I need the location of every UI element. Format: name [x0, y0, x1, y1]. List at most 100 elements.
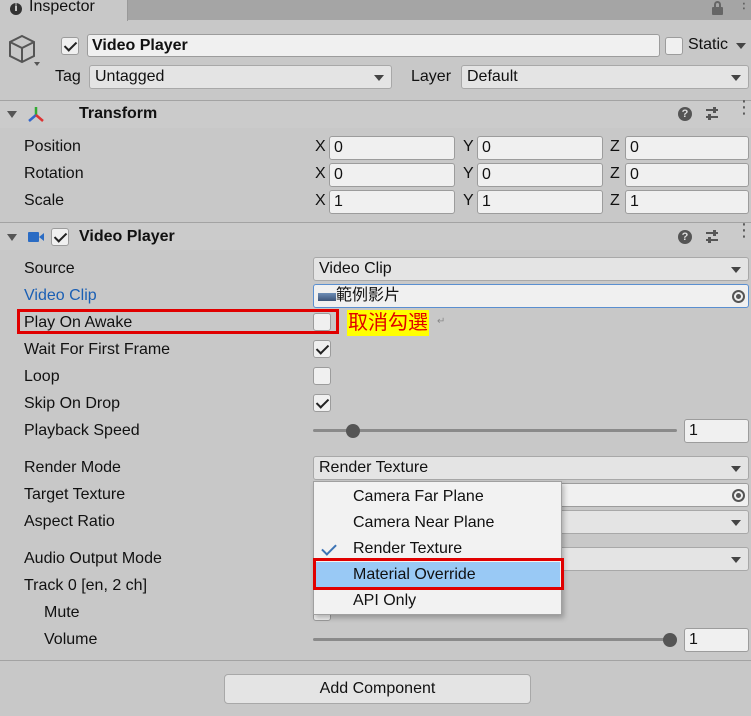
chevron-down-icon — [731, 466, 741, 472]
presets-icon[interactable] — [704, 106, 720, 122]
presets-icon[interactable] — [704, 229, 720, 245]
axis-x-label[interactable]: X — [315, 192, 326, 210]
source-value: Video Clip — [319, 260, 392, 277]
wait-first-frame-checkbox[interactable] — [313, 340, 331, 358]
static-dropdown-icon[interactable] — [736, 43, 746, 49]
gameobject-icon — [6, 32, 40, 68]
skip-on-drop-label: Skip On Drop — [24, 395, 121, 412]
layer-label: Layer — [411, 68, 452, 85]
footer-divider — [0, 660, 751, 661]
axis-z-label[interactable]: Z — [610, 138, 620, 156]
volume-field[interactable]: 1 — [684, 628, 749, 652]
annotation-text: 取消勾選 — [347, 310, 429, 336]
transform-title: Transform — [79, 105, 158, 122]
playback-speed-slider-track[interactable] — [313, 429, 677, 432]
video-clip-field[interactable]: 範例影片 — [313, 284, 749, 308]
component-enabled-toggle[interactable] — [51, 228, 69, 246]
help-icon[interactable]: ? — [678, 230, 692, 244]
axis-y-label[interactable]: Y — [463, 192, 474, 210]
object-name-field[interactable]: Video Player — [87, 34, 660, 57]
scale-label: Scale — [24, 192, 65, 209]
render-mode-value: Render Texture — [319, 459, 429, 476]
source-label: Source — [24, 260, 75, 277]
playback-speed-field[interactable]: 1 — [684, 419, 749, 443]
add-component-label: Add Component — [319, 680, 436, 697]
tag-value: Untagged — [95, 68, 165, 85]
chevron-down-icon — [731, 520, 741, 526]
foldout-arrow-icon[interactable] — [7, 111, 17, 118]
track-label: Track 0 [en, 2 ch] — [24, 577, 148, 594]
menu-item-api-only[interactable]: API Only — [315, 588, 560, 614]
position-label: Position — [24, 138, 81, 155]
help-icon[interactable]: ? — [678, 107, 692, 121]
axis-z-label[interactable]: Z — [610, 192, 620, 210]
aspect-ratio-label: Aspect Ratio — [24, 513, 115, 530]
material-override-highlight-box — [313, 558, 564, 590]
mute-label: Mute — [44, 604, 80, 621]
video-camera-icon — [27, 229, 44, 245]
scale-y-field[interactable]: 1 — [477, 190, 603, 214]
return-mark: ↵ — [437, 316, 446, 327]
axis-z-label[interactable]: Z — [610, 165, 620, 183]
inspector-tab[interactable]: i Inspector — [0, 0, 128, 21]
menu-item-camera-far-plane[interactable]: Camera Far Plane — [315, 484, 560, 510]
playback-speed-slider-knob[interactable] — [346, 424, 361, 438]
add-component-button[interactable]: Add Component — [224, 674, 531, 704]
audio-output-label: Audio Output Mode — [24, 550, 162, 567]
video-clip-asset-icon — [318, 293, 336, 301]
chevron-down-icon — [731, 557, 741, 563]
video-clip-label: Video Clip — [24, 287, 97, 304]
axis-x-label[interactable]: X — [315, 138, 326, 156]
volume-slider-track[interactable] — [313, 638, 677, 641]
static-label[interactable]: Static — [688, 36, 728, 54]
volume-slider-knob[interactable] — [663, 633, 677, 647]
info-icon: i — [10, 3, 22, 15]
playback-speed-label: Playback Speed — [24, 422, 140, 439]
render-mode-menu: Camera Far Plane Camera Near Plane Rende… — [313, 481, 562, 615]
axis-x-label[interactable]: X — [315, 165, 326, 183]
component-menu-icon[interactable]: ⋮ — [735, 98, 751, 122]
wait-first-frame-label: Wait For First Frame — [24, 341, 171, 358]
static-checkbox[interactable] — [665, 37, 683, 55]
tag-dropdown[interactable]: Untagged — [89, 65, 392, 89]
menu-item-camera-near-plane[interactable]: Camera Near Plane — [315, 510, 560, 536]
scale-x-field[interactable]: 1 — [329, 190, 455, 214]
chevron-down-icon — [731, 75, 741, 81]
layer-value: Default — [467, 68, 518, 85]
skip-on-drop-checkbox[interactable] — [313, 394, 331, 412]
object-picker-icon[interactable] — [732, 290, 745, 303]
play-on-awake-highlight-box — [17, 309, 339, 334]
loop-label: Loop — [24, 368, 60, 385]
loop-checkbox[interactable] — [313, 367, 331, 385]
rotation-label: Rotation — [24, 165, 84, 182]
position-x-field[interactable]: 0 — [329, 136, 455, 160]
video-clip-value: 範例影片 — [336, 287, 401, 304]
rotation-x-field[interactable]: 0 — [329, 163, 455, 187]
render-mode-dropdown[interactable]: Render Texture — [313, 456, 749, 480]
axis-y-label[interactable]: Y — [463, 138, 474, 156]
position-y-field[interactable]: 0 — [477, 136, 603, 160]
checkmark-icon — [321, 540, 337, 556]
position-z-field[interactable]: 0 — [625, 136, 749, 160]
lock-icon[interactable] — [711, 1, 723, 15]
chevron-down-icon — [731, 267, 741, 273]
axis-y-label[interactable]: Y — [463, 165, 474, 183]
active-toggle[interactable] — [61, 37, 79, 55]
object-picker-icon[interactable] — [732, 489, 745, 502]
tab-title: Inspector — [29, 0, 95, 15]
foldout-arrow-icon[interactable] — [7, 234, 17, 241]
target-texture-label: Target Texture — [24, 486, 126, 503]
component-menu-icon[interactable]: ⋮ — [735, 221, 751, 245]
kebab-menu-icon[interactable]: ⋮ — [737, 0, 751, 17]
transform-icon — [27, 106, 44, 122]
video-player-title: Video Player — [79, 228, 175, 245]
chevron-down-icon — [374, 75, 384, 81]
scale-z-field[interactable]: 1 — [625, 190, 749, 214]
source-dropdown[interactable]: Video Clip — [313, 257, 749, 281]
render-mode-label: Render Mode — [24, 459, 121, 476]
rotation-z-field[interactable]: 0 — [625, 163, 749, 187]
rotation-y-field[interactable]: 0 — [477, 163, 603, 187]
volume-label: Volume — [44, 631, 98, 648]
tag-label: Tag — [55, 68, 81, 85]
layer-dropdown[interactable]: Default — [461, 65, 749, 89]
